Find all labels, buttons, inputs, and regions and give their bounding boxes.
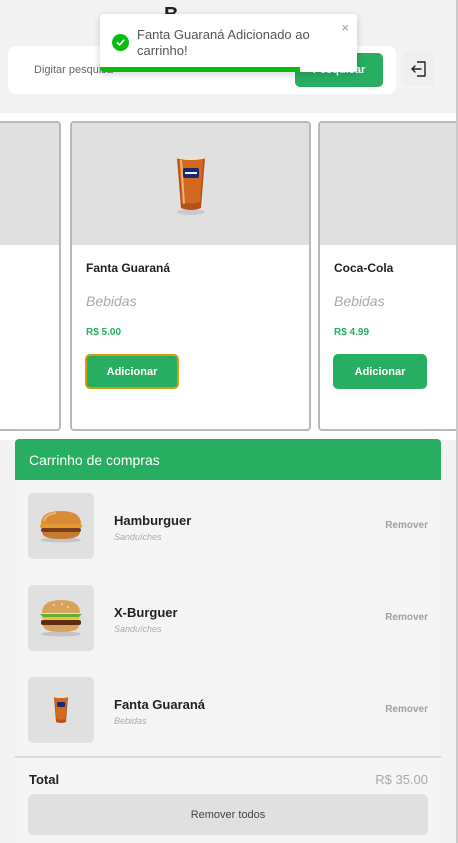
shopping-cart: Carrinho de compras Hamburguer Sanduíche… — [15, 439, 441, 843]
toast-notification: Fanta Guaraná Adicionado ao carrinho! × — [100, 14, 357, 72]
logout-button[interactable] — [404, 52, 434, 86]
fanta-cup-icon — [176, 156, 205, 215]
product-category: Bebidas — [86, 293, 137, 309]
cart-item-category: Sanduíches — [114, 624, 162, 634]
remove-item-button[interactable]: Remover — [385, 520, 428, 531]
product-price: R$ 5.00 — [86, 327, 122, 338]
product-image — [72, 123, 309, 245]
product-card — [0, 121, 61, 431]
cart-item: Hamburguer Sanduíches Remover — [15, 493, 441, 559]
remove-item-button[interactable]: Remover — [385, 704, 428, 715]
cart-item-image — [28, 493, 94, 559]
x-burger-icon — [40, 600, 82, 637]
cart-item: Fanta Guaraná Bebidas Remover — [15, 677, 441, 743]
cart-item-image — [28, 585, 94, 651]
cart-items: Hamburguer Sanduíches Remover X-Burguer … — [15, 480, 441, 756]
product-name: Coca-Cola — [334, 261, 394, 275]
cart-footer: Total R$ 35.00 Remover todos — [15, 756, 441, 843]
product-list: Fanta Guaraná Bebidas R$ 5.00 Adicionar … — [0, 113, 456, 440]
cart-item: X-Burguer Sanduíches Remover — [15, 585, 441, 651]
toast-message: Fanta Guaraná Adicionado ao carrinho! — [137, 27, 310, 58]
fanta-cup-icon — [54, 696, 68, 723]
product-image — [0, 123, 59, 245]
cart-item-name: Fanta Guaraná — [114, 697, 206, 712]
product-card: Fanta Guaraná Bebidas R$ 5.00 Adicionar — [70, 121, 311, 431]
cart-item-category: Sanduíches — [114, 532, 162, 542]
toast-progress-bar — [100, 67, 301, 72]
remove-all-button[interactable]: Remover todos — [28, 794, 428, 835]
cart-header: Carrinho de compras — [15, 439, 441, 480]
cart-item-category: Bebidas — [114, 716, 147, 726]
add-to-cart-button[interactable]: Adicionar — [85, 354, 179, 389]
product-category: Bebidas — [334, 293, 385, 309]
product-card: Coca-Cola Bebidas R$ 4.99 Adicionar — [318, 121, 456, 431]
product-price: R$ 4.99 — [334, 327, 370, 338]
logout-icon — [411, 61, 426, 77]
cart-item-image — [28, 677, 94, 743]
cart-title: Carrinho de compras — [29, 452, 160, 468]
remove-item-button[interactable]: Remover — [385, 612, 428, 623]
close-icon[interactable]: × — [341, 20, 349, 35]
total-value: R$ 35.00 — [375, 772, 428, 787]
add-to-cart-button[interactable]: Adicionar — [333, 354, 427, 389]
product-name: Fanta Guaraná — [86, 261, 171, 275]
product-image — [320, 123, 456, 245]
hamburger-icon — [40, 511, 82, 543]
cart-item-name: X-Burguer — [114, 605, 178, 620]
cart-item-name: Hamburguer — [114, 513, 192, 528]
total-label: Total — [29, 772, 60, 787]
check-icon — [112, 34, 129, 51]
